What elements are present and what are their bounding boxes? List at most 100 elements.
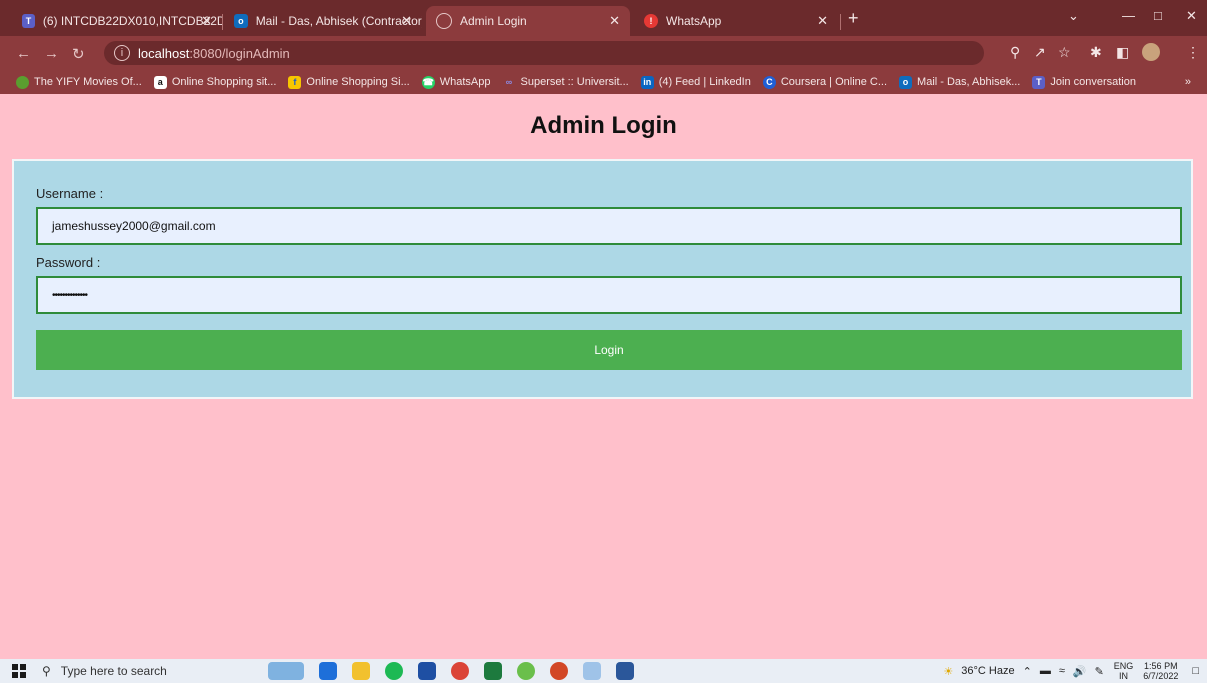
- reload-icon[interactable]: ↻: [72, 45, 85, 63]
- key-icon[interactable]: ⚲: [1010, 44, 1020, 61]
- bookmark-label: Online Shopping sit...: [171, 76, 277, 88]
- amazon-icon: a: [153, 75, 167, 89]
- login-form: Username : jameshussey2000@gmail.com Pas…: [12, 159, 1193, 399]
- flipkart-icon: f: [288, 75, 302, 89]
- close-icon[interactable]: ✕: [609, 13, 620, 29]
- wifi-icon[interactable]: ≈: [1059, 665, 1065, 677]
- outlook-icon: o: [899, 75, 913, 89]
- superset-icon: ∞: [505, 77, 513, 87]
- battery-icon[interactable]: ▬: [1040, 665, 1051, 677]
- bookmark-whatsapp[interactable]: ☎ WhatsApp: [421, 75, 491, 89]
- bookmark-label: The YIFY Movies Of...: [34, 76, 142, 88]
- info-icon[interactable]: i: [114, 45, 130, 61]
- region-label: IN: [1119, 671, 1129, 681]
- tab-teams[interactable]: T (6) INTCDB22DX010,INTCDB22D… ✕: [12, 6, 222, 36]
- language-label: ENG: [1113, 661, 1134, 671]
- news-widget-icon[interactable]: [268, 662, 304, 680]
- tab-separator: [840, 14, 841, 30]
- pen-icon[interactable]: ✎: [1095, 665, 1104, 678]
- forward-icon[interactable]: →: [44, 45, 59, 62]
- sidepanel-icon[interactable]: ◧: [1116, 44, 1129, 61]
- password-field[interactable]: ••••••••••••••: [36, 276, 1182, 314]
- date-label: 6/7/2022: [1143, 671, 1179, 681]
- language-indicator[interactable]: ENG IN: [1114, 661, 1134, 681]
- bookmark-mail[interactable]: o Mail - Das, Abhisek...: [899, 75, 1021, 89]
- excel-icon[interactable]: [484, 662, 502, 680]
- bookmark-linkedin[interactable]: in (4) Feed | LinkedIn: [640, 75, 751, 89]
- bookmark-superset[interactable]: ∞ Superset :: Universit...: [503, 76, 629, 89]
- whatsapp-icon: ☎: [421, 75, 435, 89]
- page-title: Admin Login: [530, 112, 677, 139]
- bookmark-teams[interactable]: T Join conversation: [1032, 75, 1136, 89]
- address-bar[interactable]: i localhost:8080/loginAdmin: [104, 41, 984, 65]
- login-button[interactable]: Login: [36, 330, 1182, 370]
- tab-whatsapp[interactable]: ! WhatsApp ✕: [634, 6, 838, 36]
- bookmark-amazon[interactable]: a Online Shopping sit...: [153, 75, 277, 89]
- bookmark-coursera[interactable]: C Coursera | Online C...: [762, 75, 888, 89]
- teams-icon: T: [22, 14, 35, 28]
- paint-icon[interactable]: [583, 662, 601, 680]
- store-icon[interactable]: [418, 662, 436, 680]
- bookmark-label: Coursera | Online C...: [780, 76, 888, 88]
- file-explorer-icon[interactable]: [352, 662, 370, 680]
- weather-icon[interactable]: ☀: [943, 665, 953, 678]
- powerpoint-icon[interactable]: [550, 662, 568, 680]
- tab-admin-login[interactable]: Admin Login ✕: [426, 6, 630, 36]
- bookmark-yify[interactable]: The YIFY Movies Of...: [16, 75, 142, 89]
- clock[interactable]: 1:56 PM 6/7/2022: [1143, 661, 1178, 681]
- chrome-icon[interactable]: [451, 662, 469, 680]
- bookmarks-bar: The YIFY Movies Of... a Online Shopping …: [0, 70, 1207, 94]
- coursera-icon: C: [762, 75, 776, 89]
- tab-title: WhatsApp: [666, 14, 722, 28]
- maximize-icon[interactable]: □: [1154, 8, 1162, 23]
- bookmark-label: Mail - Das, Abhisek...: [917, 76, 1021, 88]
- bookmark-label: Online Shopping Si...: [306, 76, 410, 88]
- whatsapp-icon: !: [644, 14, 658, 28]
- share-icon[interactable]: ↗: [1034, 44, 1046, 61]
- taskbar: ⚲ Type here to search ☀ 36°C Haze ⌃ ▬ ≈ …: [0, 659, 1207, 683]
- tab-search-icon[interactable]: ⌄: [1068, 8, 1079, 24]
- yify-icon: [16, 75, 29, 89]
- linkedin-icon: in: [640, 75, 654, 89]
- spring-icon[interactable]: [517, 662, 535, 680]
- password-label: Password :: [36, 255, 101, 270]
- windows-start-icon[interactable]: [12, 664, 26, 678]
- star-icon[interactable]: ☆: [1058, 44, 1071, 61]
- avatar[interactable]: [1142, 43, 1160, 61]
- close-icon[interactable]: ✕: [401, 13, 412, 29]
- mail-app-icon[interactable]: [319, 662, 337, 680]
- taskbar-apps: [268, 662, 649, 680]
- taskbar-search[interactable]: ⚲ Type here to search: [36, 662, 246, 680]
- username-field[interactable]: jameshussey2000@gmail.com: [36, 207, 1182, 245]
- page-content: Admin Login Username : jameshussey2000@g…: [0, 94, 1207, 659]
- menu-icon[interactable]: ⋮: [1186, 44, 1200, 61]
- word-icon[interactable]: [616, 662, 634, 680]
- tab-title: Mail - Das, Abhisek (Contractor): [255, 14, 422, 28]
- close-icon[interactable]: ✕: [817, 13, 828, 29]
- more-bookmarks-icon[interactable]: »: [1185, 76, 1191, 88]
- tab-title: (6) INTCDB22DX010,INTCDB22D…: [42, 14, 222, 28]
- extensions-icon[interactable]: ✱: [1090, 44, 1102, 61]
- browser-tab-bar: T (6) INTCDB22DX010,INTCDB22D… ✕ o Mail …: [0, 0, 1207, 36]
- minimize-icon[interactable]: —: [1122, 8, 1135, 23]
- back-icon[interactable]: ←: [16, 45, 31, 62]
- tab-mail[interactable]: o Mail - Das, Abhisek (Contractor) ✕: [224, 6, 422, 36]
- notifications-icon[interactable]: □: [1192, 665, 1199, 677]
- chevron-up-icon[interactable]: ⌃: [1023, 665, 1032, 678]
- spotify-icon[interactable]: [385, 662, 403, 680]
- url-path: :8080/loginAdmin: [189, 45, 290, 61]
- window-close-icon[interactable]: ✕: [1186, 8, 1197, 24]
- tab-title: Admin Login: [460, 14, 527, 28]
- bookmark-label: WhatsApp: [439, 76, 491, 88]
- toolbar: ← → ↻ i localhost:8080/loginAdmin ⚲ ↗ ☆ …: [0, 36, 1207, 70]
- volume-icon[interactable]: 🔊: [1073, 665, 1087, 678]
- new-tab-button[interactable]: +: [848, 8, 859, 29]
- bookmark-label: Join conversation: [1050, 76, 1136, 88]
- time-label: 1:56 PM: [1144, 661, 1178, 671]
- weather-text[interactable]: 36°C Haze: [961, 665, 1014, 677]
- outlook-icon: o: [234, 14, 248, 28]
- system-tray: ☀ 36°C Haze ⌃ ▬ ≈ 🔊 ✎ ENG IN 1:56 PM 6/7…: [935, 661, 1199, 681]
- bookmark-flipkart[interactable]: f Online Shopping Si...: [288, 75, 410, 89]
- bookmark-label: (4) Feed | LinkedIn: [658, 76, 751, 88]
- close-icon[interactable]: ✕: [201, 13, 212, 29]
